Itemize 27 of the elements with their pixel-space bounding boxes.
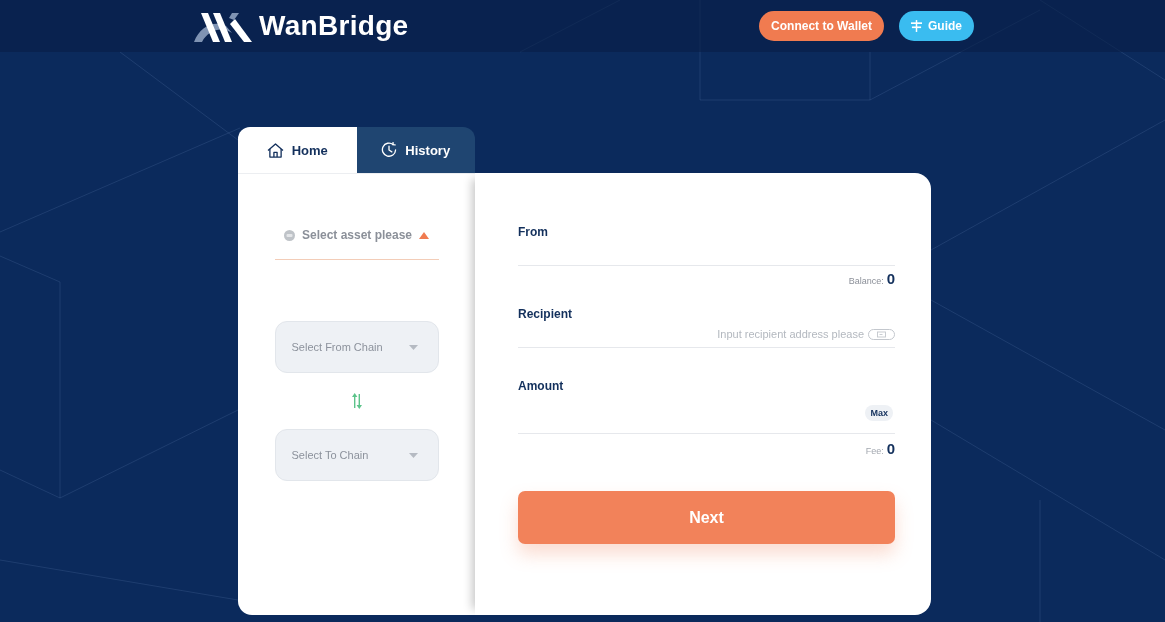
tab[interactable]: History [356,127,475,173]
caret-down-icon [408,452,418,458]
logo-text: WanBridge [259,10,409,42]
logo-icon [194,10,254,42]
max-button[interactable]: Max [865,405,893,421]
tab[interactable]: Home [238,127,357,173]
chain-dropdown[interactable]: Select From Chain [274,321,439,373]
field-label: From [518,225,548,239]
caret-down-icon [408,344,418,350]
field-label: Recipient [518,307,572,321]
balance-value: 0 [886,270,895,288]
guide-button[interactable]: Guide [899,11,974,41]
home-icon [266,142,284,158]
tag-icon [868,328,895,340]
balance-label: Balance: [848,276,884,286]
coin-icon [283,229,295,241]
fee-label: Fee: [865,446,884,456]
fee-value: 0 [886,440,895,458]
chain-dropdown[interactable]: Select To Chain [274,429,439,481]
address-input[interactable]: Input recipient address please [518,321,864,347]
field-label: Amount [518,379,564,393]
swap-arrows-icon [351,393,362,409]
signpost-icon [911,20,922,32]
connect-wallet-button[interactable]: Connect to Wallet [759,11,884,41]
caret-up-icon [419,231,430,239]
next-button[interactable]: Next [518,491,895,544]
clock-icon [381,142,398,158]
